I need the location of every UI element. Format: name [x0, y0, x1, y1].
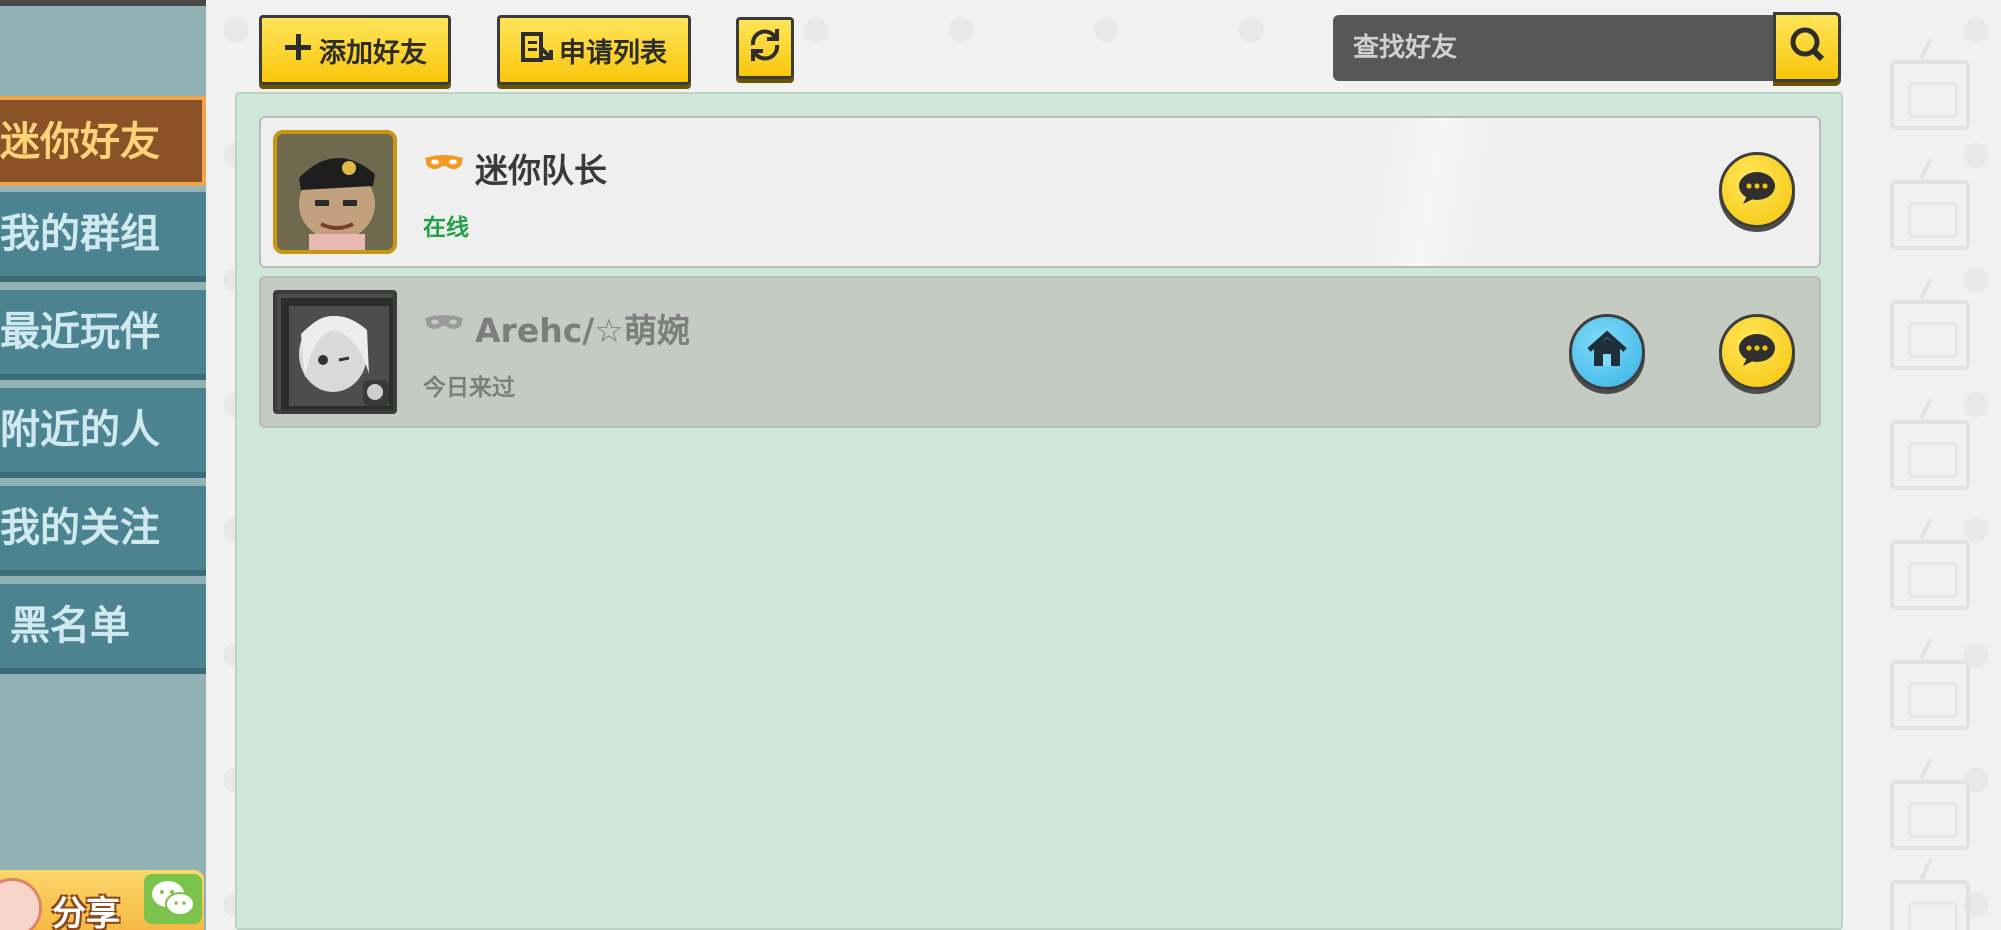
sidebar-item-label: 迷你好友 [0, 119, 160, 165]
pot-doodle-icon [1890, 780, 1970, 850]
friend-name: 迷你队长 [475, 151, 607, 190]
search-input[interactable] [1333, 15, 1773, 81]
sidebar-item-mini-friends[interactable]: 迷你好友 [0, 96, 206, 186]
friend-status: 今日来过 [423, 375, 515, 401]
request-list-button[interactable]: 申请列表 [497, 15, 691, 85]
sidebar-item-label: 最近玩伴 [0, 309, 160, 355]
pot-doodle-icon [1890, 660, 1970, 730]
sidebar-item-label: 我的关注 [0, 505, 160, 551]
mask-icon [423, 314, 465, 338]
chat-bubble-icon [1737, 170, 1777, 210]
sidebar-item-blacklist[interactable]: 黑名单 [0, 584, 206, 674]
friend-card[interactable]: 迷你队长 在线 [259, 116, 1821, 268]
pot-doodle-icon [1890, 60, 1970, 130]
plus-icon [283, 32, 313, 69]
pot-doodle-icon [1890, 300, 1970, 370]
chat-button[interactable] [1719, 314, 1795, 390]
add-friend-button[interactable]: 添加好友 [259, 15, 451, 85]
chat-bubble-icon [1737, 332, 1777, 372]
list-icon [521, 31, 553, 69]
pot-doodle-icon [1890, 420, 1970, 490]
avatar[interactable] [273, 290, 397, 414]
sidebar-item-label: 附近的人 [0, 407, 160, 453]
sidebar: 迷你好友 我的群组 最近玩伴 附近的人 我的关注 黑名单 分享 [0, 6, 206, 930]
pot-doodle-icon [1890, 180, 1970, 250]
search-box [1333, 15, 1773, 81]
search-icon [1788, 25, 1826, 70]
mask-icon [423, 154, 465, 178]
mascot-face-icon [0, 878, 42, 930]
pot-doodle-icon [1890, 880, 1970, 930]
pot-doodle-icon [1890, 540, 1970, 610]
add-friend-label: 添加好友 [319, 37, 427, 69]
sidebar-item-nearby-people[interactable]: 附近的人 [0, 388, 206, 478]
chat-button[interactable] [1719, 152, 1795, 228]
friend-status: 在线 [423, 215, 469, 241]
sidebar-item-recent-playmates[interactable]: 最近玩伴 [0, 290, 206, 380]
share-button[interactable]: 分享 [0, 870, 204, 930]
share-label: 分享 [52, 894, 120, 930]
sidebar-item-label: 我的群组 [0, 211, 160, 257]
sidebar-item-my-groups[interactable]: 我的群组 [0, 192, 206, 282]
avatar[interactable] [273, 130, 397, 254]
refresh-icon [745, 25, 785, 72]
home-icon [1585, 330, 1629, 374]
sidebar-item-label: 黑名单 [10, 603, 130, 649]
wechat-share-button[interactable] [144, 874, 202, 924]
refresh-button[interactable] [736, 17, 794, 79]
request-list-label: 申请列表 [559, 37, 667, 69]
visit-home-button[interactable] [1569, 314, 1645, 390]
sidebar-item-my-follows[interactable]: 我的关注 [0, 486, 206, 576]
friend-card[interactable]: Arehc/☆萌婉 今日来过 [259, 276, 1821, 428]
friend-list-panel: 迷你队长 在线 Arehc/☆萌婉 今日来过 [235, 92, 1843, 930]
search-button[interactable] [1773, 12, 1841, 82]
friend-name: Arehc/☆萌婉 [475, 311, 690, 350]
